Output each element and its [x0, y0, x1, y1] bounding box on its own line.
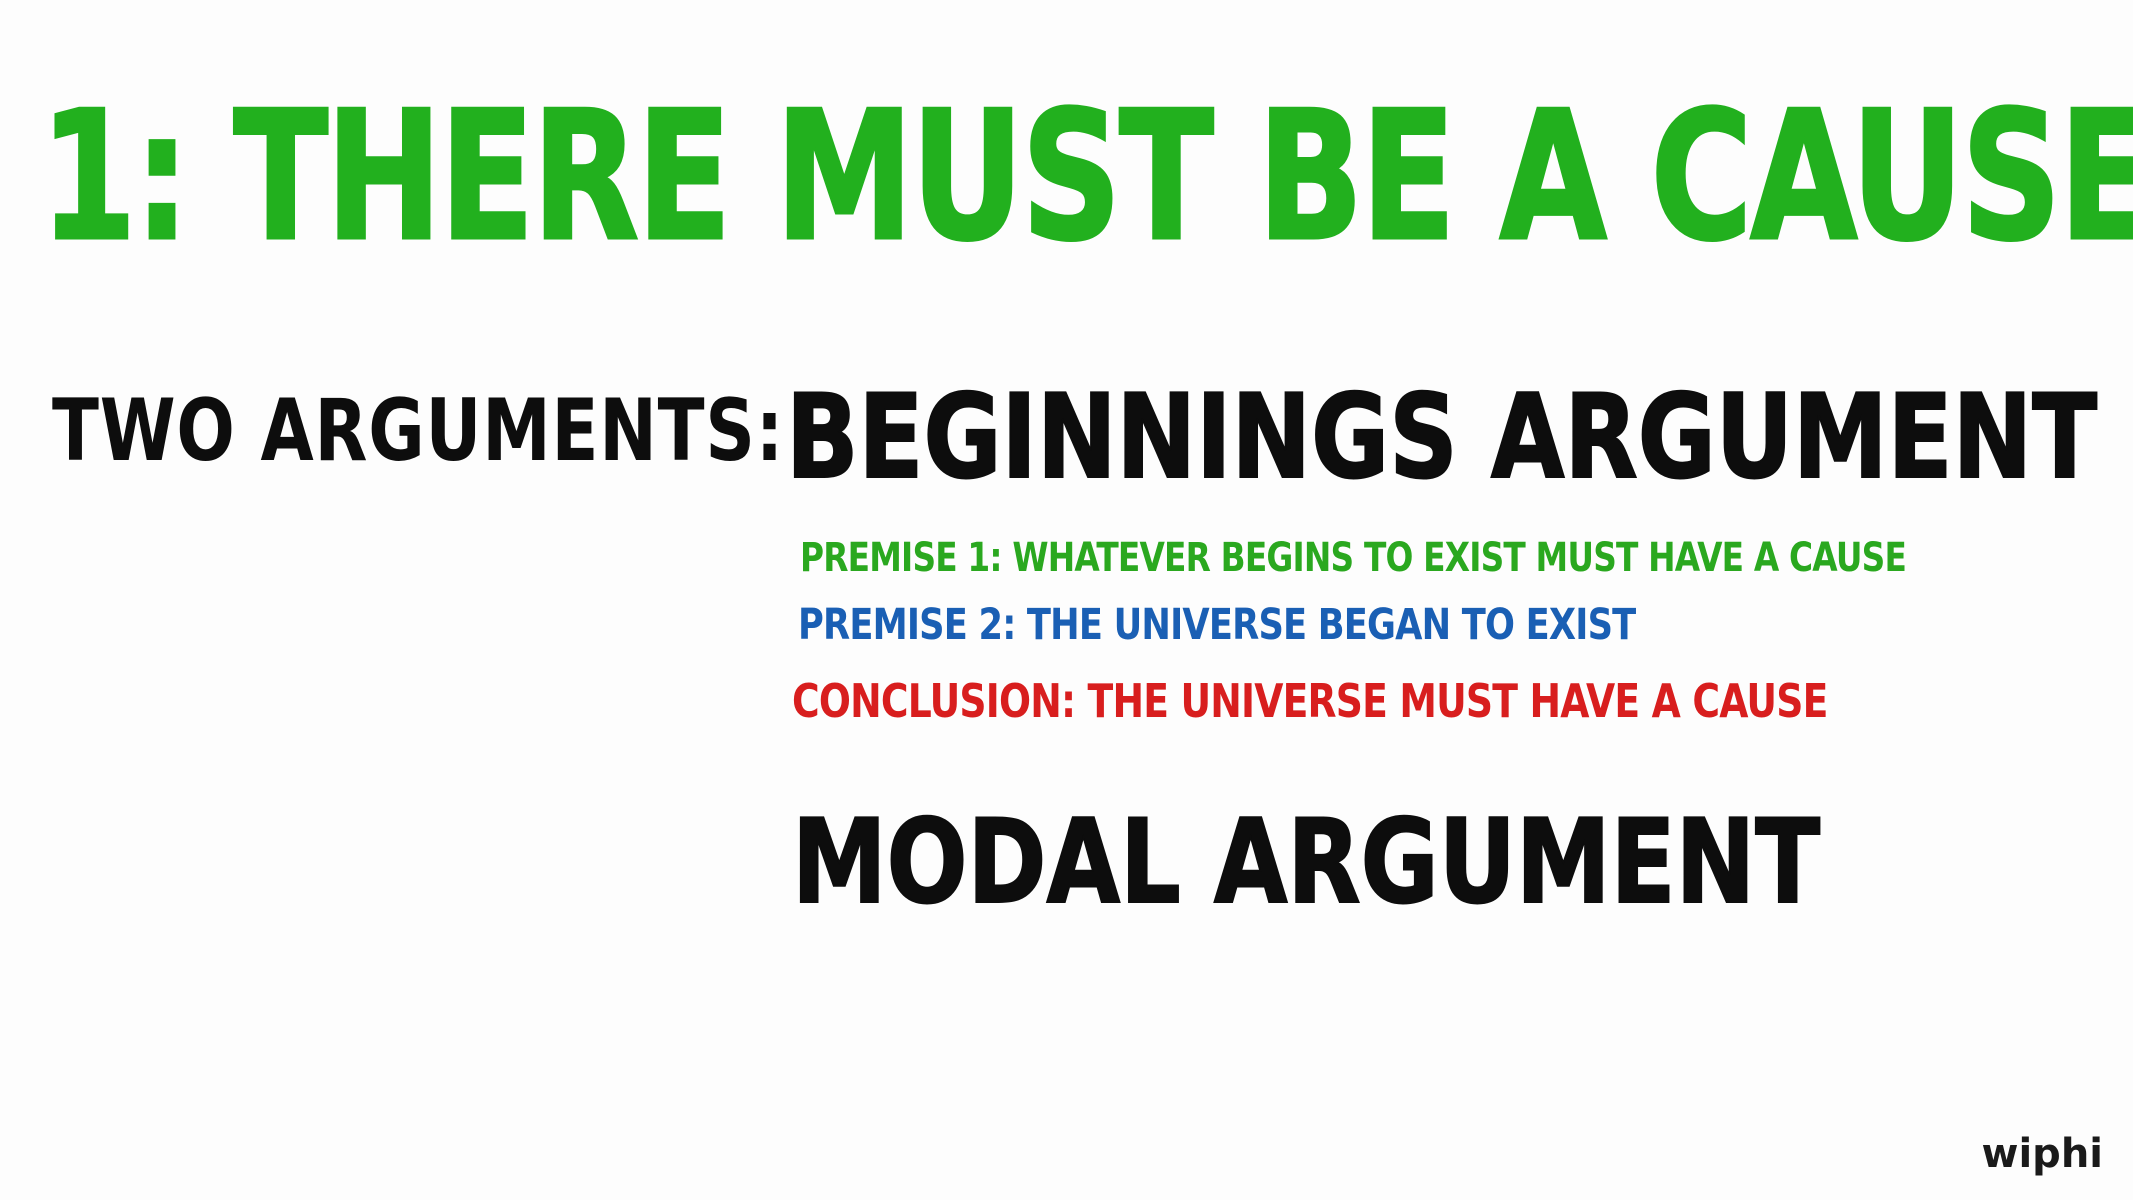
- premise-1-text: PREMISE 1: WHATEVER BEGINS TO EXIST MUST…: [800, 535, 1907, 581]
- beginnings-argument-heading: BEGINNINGS ARGUMENT: [785, 370, 2098, 505]
- two-arguments-label: TWO ARGUMENTS:: [52, 381, 785, 481]
- wiphi-logo: wiphi: [1981, 1131, 2103, 1177]
- premise-2-text: PREMISE 2: THE UNIVERSE BEGAN TO EXIST: [798, 600, 1636, 650]
- conclusion-text: CONCLUSION: THE UNIVERSE MUST HAVE A CAU…: [792, 674, 1828, 728]
- modal-argument-heading: MODAL ARGUMENT: [791, 795, 1821, 930]
- slide-title: 1: THERE MUST BE A CAUSE.: [39, 73, 2133, 280]
